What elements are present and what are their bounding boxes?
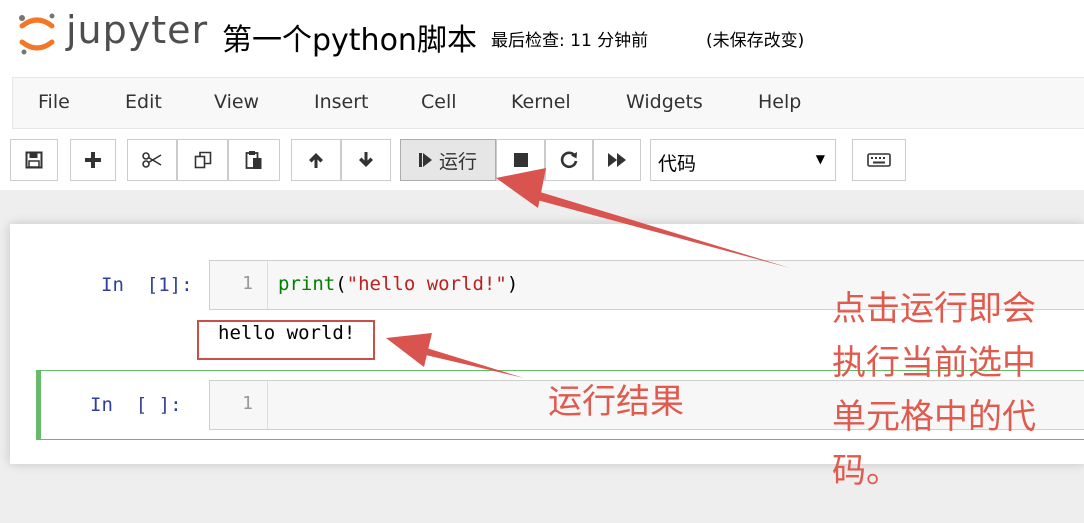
cell-type-select[interactable]: 代码 ▼: [650, 139, 836, 181]
interrupt-kernel-button[interactable]: [496, 139, 545, 181]
line-number: 1: [242, 393, 253, 414]
restart-icon: [560, 151, 578, 169]
scissors-icon: [142, 152, 162, 168]
menu-help[interactable]: Help: [758, 91, 801, 113]
cell-type-value: 代码: [658, 153, 697, 175]
annotation-run-line-4: 码。: [832, 451, 900, 491]
annotation-run-line-1: 点击运行即会: [832, 289, 1036, 329]
paste-button[interactable]: [228, 139, 280, 181]
code-function: print: [278, 273, 336, 295]
plus-icon: [85, 152, 101, 168]
menu-insert[interactable]: Insert: [314, 91, 369, 113]
toolbar: 运行 代码 ▼: [0, 137, 1084, 185]
annotation-run-line-2: 执行当前选中: [832, 343, 1036, 383]
arrow-up-icon: [309, 153, 323, 168]
paste-icon: [245, 151, 262, 169]
annotation-result: 运行结果: [548, 382, 684, 422]
copy-button[interactable]: [177, 139, 228, 181]
menu-file[interactable]: File: [38, 91, 70, 113]
cell-1-prompt: In [1]:: [101, 274, 193, 296]
annotation-run-explanation: 点击运行即会 执行当前选中 单元格中的代 码。: [832, 282, 1082, 498]
code-paren-close: ): [506, 273, 519, 295]
run-button-label: 运行: [438, 150, 477, 173]
save-button[interactable]: [10, 139, 58, 181]
run-button[interactable]: 运行: [400, 139, 496, 181]
arrow-down-icon: [359, 152, 373, 167]
menu-widgets[interactable]: Widgets: [626, 91, 703, 113]
menu-kernel[interactable]: Kernel: [511, 91, 571, 113]
keyboard-icon: [867, 153, 891, 167]
insert-cell-button[interactable]: [70, 139, 116, 181]
menu-view[interactable]: View: [214, 91, 259, 113]
move-down-button[interactable]: [341, 139, 391, 181]
code-string: "hello world!": [346, 273, 507, 295]
checkpoint-status: 最后检查: 11 分钟前: [491, 31, 649, 51]
brand-name: jupyter: [66, 8, 209, 52]
code-paren-open: (: [335, 273, 347, 295]
move-up-button[interactable]: [291, 139, 341, 181]
save-icon: [25, 151, 43, 169]
cut-button[interactable]: [127, 139, 177, 181]
command-palette-button[interactable]: [852, 139, 906, 181]
restart-run-all-button[interactable]: [593, 139, 641, 181]
stop-icon: [513, 153, 528, 167]
restart-kernel-button[interactable]: [545, 139, 593, 181]
jupyter-logo-icon[interactable]: [16, 12, 58, 56]
header: jupyter 第一个python脚本 最后检查: 11 分钟前 (未保存改变): [0, 0, 1084, 72]
caret-down-icon: ▼: [815, 152, 825, 166]
cell-1-code[interactable]: print("hello world!"): [278, 273, 518, 295]
fast-forward-icon: [608, 153, 626, 167]
cell-2-prompt: In [ ]:: [90, 394, 182, 416]
annotation-run-line-3: 单元格中的代: [832, 397, 1036, 437]
cell-2-gutter: 1: [210, 381, 268, 429]
menu-cell[interactable]: Cell: [421, 91, 457, 113]
menubar: File Edit View Insert Cell Kernel Widget…: [12, 77, 1084, 129]
copy-icon: [194, 151, 211, 169]
menu-edit[interactable]: Edit: [125, 91, 162, 113]
notebook-title[interactable]: 第一个python脚本: [222, 15, 477, 59]
autosave-status: (未保存改变): [706, 31, 805, 51]
cell-1-gutter: 1: [210, 261, 268, 309]
step-forward-icon: [418, 153, 432, 167]
cell-1-output: hello world!: [218, 322, 356, 344]
line-number: 1: [242, 273, 253, 294]
